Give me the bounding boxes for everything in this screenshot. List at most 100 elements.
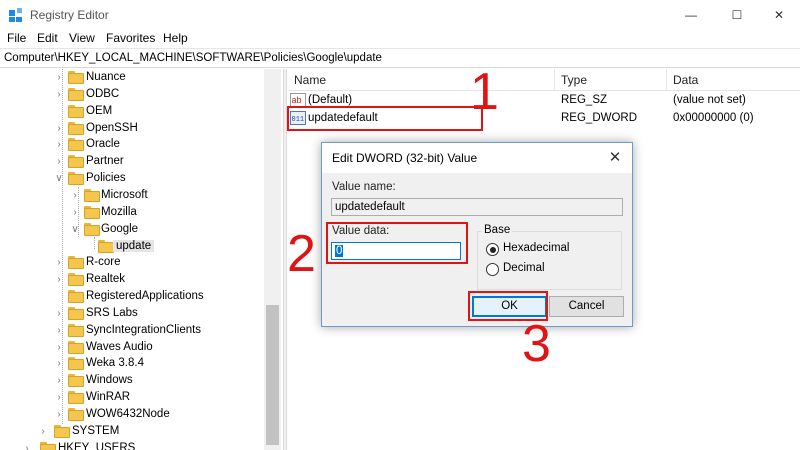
tree-item-label[interactable]: SRS Labs [86,307,138,319]
title-bar: Registry Editor — ☐ ✕ [0,0,800,30]
value-name-field[interactable]: updatedefault [331,198,623,216]
chevron-right-icon[interactable]: › [38,423,48,440]
tree-item-label[interactable]: WinRAR [86,391,130,403]
folder-icon [68,138,84,152]
folder-icon [84,205,100,219]
tree-item[interactable]: › SRS Labs [0,305,262,322]
menu-help[interactable]: Help [163,31,188,45]
folder-icon [98,239,114,253]
tree-item[interactable]: › WOW6432Node [0,406,262,423]
decimal-label[interactable]: Decimal [503,262,545,274]
address-path[interactable]: Computer\HKEY_LOCAL_MACHINE\SOFTWARE\Pol… [4,52,382,64]
folder-icon [68,374,84,388]
step1-highlight [287,106,483,131]
folder-icon [68,391,84,405]
tree-item-label[interactable]: SyncIntegrationClients [86,324,201,336]
tree-item[interactable]: › Nuance [0,69,262,86]
folder-icon [68,340,84,354]
hexadecimal-radio[interactable] [486,243,499,256]
tree-item[interactable]: › Microsoft [0,187,262,204]
dialog-title-bar[interactable]: Edit DWORD (32-bit) Value ✕ [322,143,632,173]
menu-favorites[interactable]: Favorites [106,31,155,45]
column-header-data[interactable]: Data [673,73,698,87]
folder-icon [68,323,84,337]
tree-item-label[interactable]: ODBC [86,88,119,100]
tree-item[interactable]: › Oracle [0,136,262,153]
column-divider[interactable] [554,69,555,91]
tree-item-label[interactable]: Policies [86,172,126,184]
column-divider[interactable] [666,69,667,91]
radio-selected-dot [489,246,496,253]
tree-guide-line [62,69,63,424]
maximize-button[interactable]: ☐ [714,0,760,30]
folder-icon [68,104,84,118]
hexadecimal-label[interactable]: Hexadecimal [503,242,569,254]
tree-item[interactable]: › SYSTEM [0,423,262,440]
tree-item[interactable]: RegisteredApplications [0,288,262,305]
tree-item[interactable]: ∨ Policies [0,170,262,187]
tree-item-label[interactable]: OEM [86,105,112,117]
menu-file[interactable]: File [7,31,26,45]
tree-item[interactable]: › WinRAR [0,389,262,406]
maximize-icon: ☐ [731,8,743,22]
menu-edit[interactable]: Edit [37,31,58,45]
tree-item-label[interactable]: Waves Audio [86,341,153,353]
tree-item[interactable]: › R-core [0,254,262,271]
tree-item-label[interactable]: WOW6432Node [86,408,170,420]
close-button[interactable]: ✕ [756,0,800,30]
dialog-title: Edit DWORD (32-bit) Value [332,151,478,165]
folder-icon [68,121,84,135]
value-name: (Default) [308,94,353,106]
minimize-icon: — [685,8,697,22]
tree-item[interactable]: › Partner [0,153,262,170]
tree-item[interactable]: › SyncIntegrationClients [0,322,262,339]
window-title: Registry Editor [30,8,109,22]
tree-item-label[interactable]: Microsoft [101,189,148,201]
tree-item[interactable]: › ODBC [0,86,262,103]
tree-item[interactable]: › OpenSSH [0,120,262,137]
folder-icon [84,222,100,236]
tree-item-label[interactable]: SYSTEM [72,425,119,437]
tree-item-label[interactable]: Mozilla [101,206,137,218]
tree-item[interactable]: ∨ Google [0,221,262,238]
tree-item-label[interactable]: HKEY_USERS [58,442,135,450]
tree-item[interactable]: › HKEY_USERS [0,440,262,450]
dialog-close-icon[interactable]: ✕ [606,149,624,167]
value-name-label: Value name: [332,181,396,193]
folder-icon [68,256,84,270]
folder-icon [68,71,84,84]
tree-item[interactable]: › Mozilla [0,204,262,221]
step2-highlight [326,222,468,264]
tree-item[interactable]: › Realtek [0,271,262,288]
column-header-name[interactable]: Name [294,73,326,87]
registry-tree[interactable]: › Nuance › ODBC OEM › OpenSSH › Oracle › Partner ∨ P… [0,69,282,450]
tree-item-label[interactable]: RegisteredApplications [86,290,204,302]
tree-item[interactable]: › Windows [0,372,262,389]
decimal-radio[interactable] [486,263,499,276]
menu-view[interactable]: View [69,31,95,45]
tree-item-label[interactable]: R-core [86,256,121,268]
tree-item[interactable]: update [0,238,262,255]
column-header-type[interactable]: Type [561,73,587,87]
minimize-button[interactable]: — [668,0,714,30]
tree-item-label[interactable]: Oracle [86,138,120,150]
tree-item-label[interactable]: Windows [86,374,133,386]
tree-item-label[interactable]: Partner [86,155,124,167]
tree-guide-line [78,187,79,237]
cancel-button[interactable]: Cancel [549,296,624,317]
address-bar[interactable]: Computer\HKEY_LOCAL_MACHINE\SOFTWARE\Pol… [0,48,800,68]
base-label: Base [482,224,513,236]
chevron-right-icon[interactable]: › [22,440,32,450]
tree-item[interactable]: › Waves Audio [0,339,262,356]
value-data: (value not set) [673,94,746,106]
tree-item-label[interactable]: Nuance [86,71,126,83]
tree-item-label[interactable]: OpenSSH [86,122,138,134]
tree-item-label[interactable]: Google [101,223,138,235]
tree-scrollbar-thumb[interactable] [266,305,279,445]
tree-item[interactable]: › Weka 3.8.4 [0,355,262,372]
step3-number: 3 [522,315,551,373]
tree-item[interactable]: OEM [0,103,262,120]
tree-item-label[interactable]: update [113,239,155,252]
tree-item-label[interactable]: Realtek [86,273,125,285]
tree-item-label[interactable]: Weka 3.8.4 [86,357,144,369]
